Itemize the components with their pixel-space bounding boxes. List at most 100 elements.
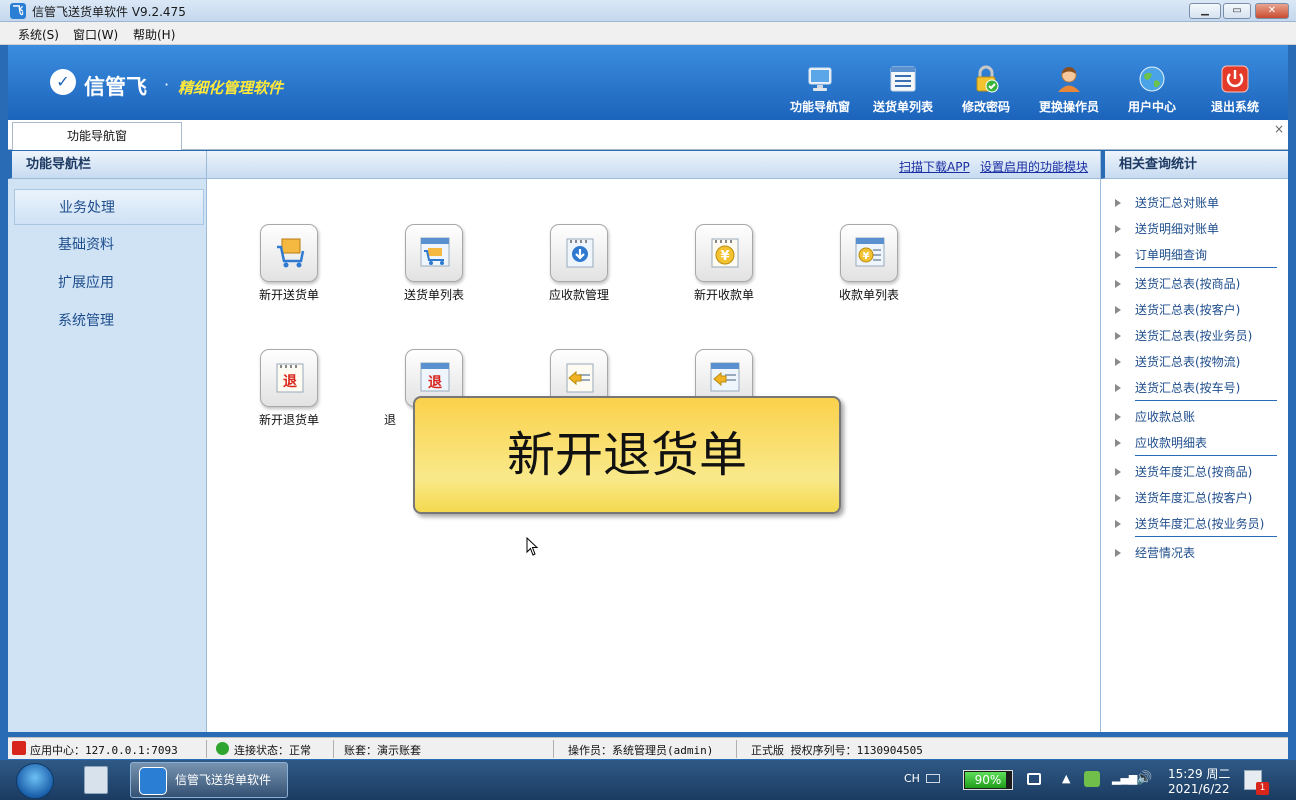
toolbar-exit-button[interactable]: 退出系统 [1195, 65, 1275, 120]
query-link[interactable]: 送货汇总表(按业务员) [1115, 327, 1252, 344]
separator [1135, 400, 1277, 401]
tab-close-icon[interactable]: × [1274, 122, 1284, 136]
yen-list-icon: ¥ [855, 237, 885, 267]
toolbar-change-password-button[interactable]: 修改密码 [946, 65, 1026, 120]
toolbar-label: 用户中心 [1127, 100, 1176, 114]
query-link[interactable]: 送货汇总表(按车号) [1115, 379, 1240, 396]
query-link[interactable]: 送货年度汇总(按商品) [1115, 463, 1252, 480]
triangle-right-icon [1115, 384, 1121, 392]
receivables-button[interactable]: 应收款管理 [529, 224, 629, 309]
user-icon [1055, 65, 1083, 93]
tab-nav-window[interactable]: 功能导航窗 [12, 122, 182, 150]
status-divider [206, 740, 207, 758]
toolbar-nav-window-button[interactable]: 功能导航窗 [780, 65, 860, 120]
return-glyph: 退 [283, 374, 297, 390]
nav-item-system-admin[interactable]: 系统管理 [14, 303, 204, 339]
globe-icon [1138, 65, 1166, 93]
query-link-label: 经营情况表 [1135, 546, 1196, 560]
volume-icon[interactable]: 🔊 [1136, 771, 1152, 786]
menu-help[interactable]: 帮助(H) [133, 26, 175, 43]
query-link[interactable]: 送货汇总表(按物流) [1115, 353, 1240, 370]
function-tile [405, 224, 463, 282]
nav-item-basic-data[interactable]: 基础资料 [14, 227, 204, 263]
left-panel-title: 功能导航栏 [8, 151, 206, 179]
yen-doc-icon: ¥ [711, 238, 739, 268]
query-link[interactable]: 送货汇总表(按商品) [1115, 275, 1240, 292]
battery-indicator[interactable]: 90% [963, 770, 1013, 790]
cart-icon [277, 238, 305, 268]
clock-time[interactable]: 15:29 周二 [1168, 765, 1230, 782]
app-logo-icon: 飞 [10, 3, 26, 19]
triangle-right-icon [1115, 280, 1121, 288]
minimize-button[interactable]: ▁ [1189, 3, 1221, 19]
nav-item-extensions[interactable]: 扩展应用 [14, 265, 204, 301]
yen-glyph: ¥ [863, 251, 870, 262]
battery-label: 90% [974, 773, 1002, 787]
query-link-label: 送货汇总对账单 [1135, 196, 1220, 210]
taskbar-app-button[interactable]: 信管飞送货单软件 [130, 762, 288, 798]
triangle-right-icon [1115, 251, 1121, 259]
menu-bar: 系统(S) 窗口(W) 帮助(H) [0, 22, 1296, 45]
app-center-icon [12, 741, 26, 755]
triangle-right-icon [1115, 494, 1121, 502]
status-bar: 应用中心：127.0.0.1:7093 连接状态：正常 账套：演示账套 操作员：… [8, 737, 1288, 759]
query-link-label: 送货年度汇总(按商品) [1135, 465, 1253, 479]
function-label: 应收款管理 [548, 288, 609, 302]
toolbar-user-center-button[interactable]: 用户中心 [1112, 65, 1192, 120]
calculator-icon[interactable] [84, 766, 108, 794]
power-plug-icon[interactable] [1027, 773, 1041, 785]
menu-system[interactable]: 系统(S) [18, 26, 59, 43]
function-label: 新开收款单 [693, 288, 754, 302]
status-divider [553, 740, 554, 758]
receipt-list-button[interactable]: ¥ 收款单列表 [819, 224, 919, 309]
query-link[interactable]: 送货汇总对账单 [1115, 194, 1219, 211]
query-link[interactable]: 送货明细对账单 [1115, 220, 1219, 237]
clock-date[interactable]: 2021/6/22 [1168, 782, 1230, 796]
query-link[interactable]: 经营情况表 [1115, 544, 1195, 561]
brand-name: 信管飞 [84, 75, 147, 99]
query-link[interactable]: 送货汇总表(按客户) [1115, 301, 1240, 318]
query-link[interactable]: 送货年度汇总(按业务员) [1115, 515, 1264, 532]
new-return-button[interactable]: 退 新开退货单 [239, 349, 339, 434]
separator [1135, 267, 1277, 268]
close-button[interactable]: ✕ [1255, 3, 1289, 19]
maximize-button[interactable]: ▭ [1223, 3, 1251, 19]
menu-window[interactable]: 窗口(W) [73, 26, 118, 43]
start-button[interactable] [16, 763, 54, 799]
scan-download-app-link[interactable]: 扫描下载APP [899, 158, 970, 175]
module-settings-link[interactable]: 设置启用的功能模块 [980, 158, 1088, 175]
function-label: 新开退货单 [258, 413, 319, 427]
query-link[interactable]: 应收款总账 [1115, 408, 1195, 425]
document-tabs: 功能导航窗 × [8, 120, 1288, 150]
function-tile [260, 224, 318, 282]
function-tile: ¥ [840, 224, 898, 282]
triangle-right-icon [1115, 306, 1121, 314]
nav-item-business[interactable]: 业务处理 [14, 189, 204, 225]
query-link[interactable]: 订单明细查询 [1115, 246, 1207, 263]
query-link-label: 应收款总账 [1135, 410, 1196, 424]
triangle-right-icon [1115, 439, 1121, 447]
security-shield-icon[interactable] [1084, 771, 1100, 787]
triangle-right-icon [1115, 520, 1121, 528]
toolbar-label: 更换操作员 [1038, 100, 1099, 114]
header-banner: ✓ 信管飞 · 精细化管理软件 功能导航窗 送货单列表 修改密码 更换操作员 用… [8, 45, 1288, 120]
network-signal-icon[interactable]: ▂▄▆ [1112, 772, 1137, 785]
right-panel-title: 相关查询统计 [1101, 151, 1288, 179]
power-icon [1221, 65, 1249, 93]
query-link[interactable]: 送货年度汇总(按客户) [1115, 489, 1252, 506]
new-receipt-button[interactable]: ¥ 新开收款单 [674, 224, 774, 309]
keyboard-icon[interactable] [926, 774, 940, 783]
query-link[interactable]: 应收款明细表 [1115, 434, 1207, 451]
toolbar-switch-operator-button[interactable]: 更换操作员 [1029, 65, 1109, 120]
show-hidden-icons-icon[interactable]: ▲ [1062, 772, 1070, 785]
query-link-label: 送货汇总表(按业务员) [1135, 329, 1253, 343]
new-delivery-button[interactable]: 新开送货单 [239, 224, 339, 309]
triangle-right-icon [1115, 332, 1121, 340]
toolbar-delivery-list-button[interactable]: 送货单列表 [863, 65, 943, 120]
ime-indicator[interactable]: CH [904, 772, 920, 785]
separator [1135, 536, 1277, 537]
query-link-label: 订单明细查询 [1135, 248, 1208, 262]
status-operator: 操作员：系统管理员(admin) [568, 744, 714, 757]
triangle-right-icon [1115, 468, 1121, 476]
delivery-list-button[interactable]: 送货单列表 [384, 224, 484, 309]
